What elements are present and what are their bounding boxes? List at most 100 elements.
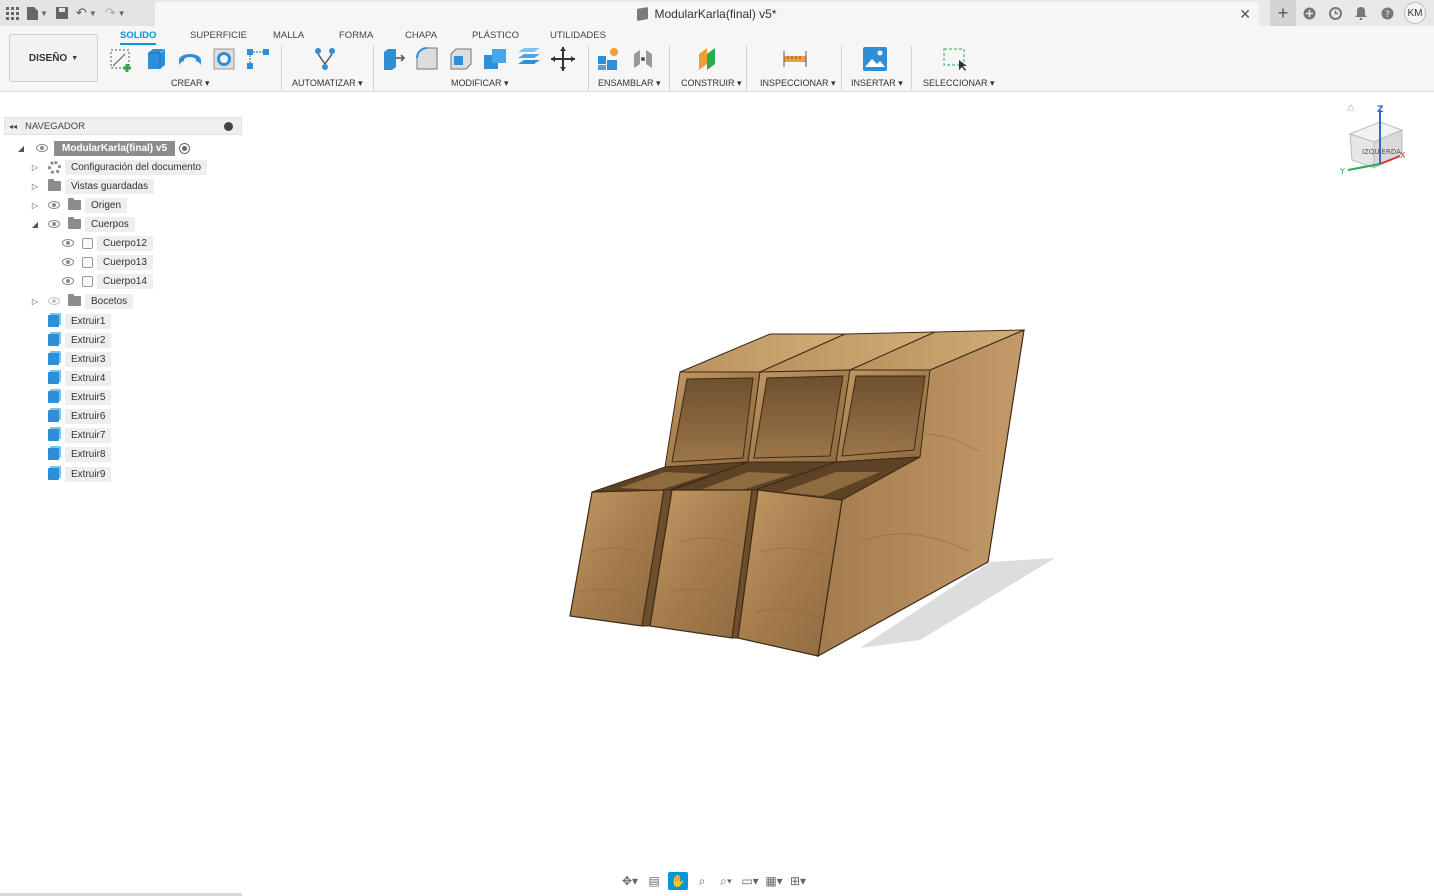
- notifications-bell-icon[interactable]: [1348, 0, 1374, 26]
- visibility-eye-icon[interactable]: [62, 277, 74, 285]
- automate-icon[interactable]: [312, 46, 338, 72]
- fillet-icon[interactable]: [414, 46, 440, 72]
- visibility-eye-icon[interactable]: [36, 144, 48, 152]
- construct-plane-icon[interactable]: [696, 46, 722, 72]
- tree-item-bocetos[interactable]: ▷ Bocetos: [30, 292, 134, 310]
- viewcube[interactable]: IZQUIERDA Z X Y: [1336, 104, 1416, 184]
- expand-triangle-icon[interactable]: ▷: [30, 163, 40, 172]
- group-label-seleccionar[interactable]: SELECCIONAR ▾: [923, 78, 995, 89]
- home-view-icon[interactable]: ⌂: [1347, 102, 1354, 114]
- group-label-insertar[interactable]: INSERTAR ▾: [851, 78, 903, 89]
- collapse-triangle-icon[interactable]: ◢: [30, 220, 40, 229]
- apps-grid-icon[interactable]: [6, 6, 19, 20]
- tab-superficie[interactable]: SUPERFICIE: [190, 28, 247, 43]
- feature-extruir2[interactable]: Extruir2: [48, 331, 112, 349]
- shell-icon[interactable]: [448, 46, 474, 72]
- visibility-eye-icon[interactable]: [62, 239, 74, 247]
- feature-extruir7[interactable]: Extruir7: [48, 426, 112, 444]
- tree-item-cuerpos[interactable]: ◢ Cuerpos: [30, 215, 135, 233]
- document-tab[interactable]: ModularKarla(final) v5* ✕: [155, 2, 1259, 26]
- hole-icon[interactable]: [211, 46, 237, 72]
- feature-extruir3[interactable]: Extruir3: [48, 350, 112, 368]
- feature-extruir9[interactable]: Extruir9: [48, 465, 112, 483]
- zoom-icon[interactable]: ⌕: [692, 872, 712, 890]
- select-window-icon[interactable]: [942, 46, 968, 72]
- close-tab-icon[interactable]: ✕: [1239, 6, 1251, 23]
- new-tab-plus-icon[interactable]: +: [1270, 0, 1296, 26]
- new-component-icon[interactable]: [596, 46, 622, 72]
- workspace-switcher[interactable]: DISEÑO ▼: [9, 34, 98, 82]
- offset-face-icon[interactable]: [516, 46, 542, 72]
- feature-label: Extruir4: [65, 370, 112, 386]
- extrude-icon[interactable]: [143, 46, 169, 72]
- user-avatar[interactable]: KM: [1404, 2, 1426, 24]
- group-label-modificar[interactable]: MODIFICAR ▾: [451, 78, 509, 89]
- look-at-icon[interactable]: ▤: [644, 872, 664, 890]
- wooden-organizer-model[interactable]: [560, 322, 1080, 682]
- group-label-crear[interactable]: CREAR ▾: [171, 78, 210, 89]
- tab-chapa[interactable]: CHAPA: [405, 28, 437, 43]
- pan-hand-icon[interactable]: ✋: [668, 872, 688, 890]
- undo-icon[interactable]: ↶ ▼: [76, 5, 97, 21]
- measure-icon[interactable]: [782, 46, 808, 72]
- fusion-app: ▼ ↶ ▼ ↷ ▼ ModularKarla(final) v5* ✕ + ? …: [0, 0, 1434, 896]
- feature-extruir5[interactable]: Extruir5: [48, 388, 112, 406]
- browser-minimize-icon[interactable]: [224, 122, 233, 131]
- save-icon[interactable]: [55, 7, 68, 19]
- expand-triangle-icon[interactable]: ▷: [30, 297, 40, 306]
- visibility-eye-icon[interactable]: [62, 258, 74, 266]
- redo-icon[interactable]: ↷ ▼: [105, 5, 126, 21]
- orbit-icon[interactable]: ✥▾: [620, 872, 640, 890]
- extrude-feature-icon: [48, 429, 59, 441]
- tree-root[interactable]: ◢ ModularKarla(final) v5: [16, 139, 191, 157]
- tree-item-cuerpo14[interactable]: Cuerpo14: [62, 272, 153, 290]
- tree-item-cuerpo13[interactable]: Cuerpo13: [62, 253, 153, 271]
- group-label-inspeccionar[interactable]: INSPECCIONAR ▾: [760, 78, 836, 89]
- pattern-icon[interactable]: [245, 46, 271, 72]
- hidden-eye-icon[interactable]: [48, 297, 60, 305]
- tree-item-label: Cuerpo12: [97, 235, 153, 251]
- body-icon: [82, 256, 93, 268]
- feature-extruir6[interactable]: Extruir6: [48, 407, 112, 425]
- activate-radio-icon[interactable]: [179, 142, 191, 154]
- root-label: ModularKarla(final) v5: [54, 140, 176, 156]
- help-icon[interactable]: ?: [1374, 0, 1400, 26]
- create-sketch-icon[interactable]: [109, 46, 135, 72]
- feature-extruir1[interactable]: Extruir1: [48, 312, 112, 330]
- grid-settings-icon[interactable]: ▦▾: [764, 872, 784, 890]
- fit-zoom-icon[interactable]: ⌕▾: [716, 872, 736, 890]
- move-icon[interactable]: [550, 46, 576, 72]
- file-menu-icon[interactable]: ▼: [27, 6, 48, 20]
- viewports-icon[interactable]: ⊞▾: [788, 872, 808, 890]
- tree-item-label: Origen: [85, 197, 128, 213]
- combine-icon[interactable]: [482, 46, 508, 72]
- visibility-eye-icon[interactable]: [48, 201, 60, 209]
- revolve-icon[interactable]: [177, 46, 203, 72]
- tree-item-origen[interactable]: ▷ Origen: [30, 196, 128, 214]
- insert-image-icon[interactable]: [862, 46, 888, 72]
- visibility-eye-icon[interactable]: [48, 220, 60, 228]
- group-label-construir[interactable]: CONSTRUIR ▾: [681, 78, 742, 89]
- tab-utilidades[interactable]: UTILIDADES: [550, 28, 606, 43]
- feature-label: Extruir9: [65, 466, 112, 482]
- tab-malla[interactable]: MALLA: [273, 28, 304, 43]
- tree-item-vistas[interactable]: ▷ Vistas guardadas: [30, 177, 155, 195]
- group-label-ensamblar[interactable]: ENSAMBLAR ▾: [598, 78, 661, 89]
- joint-icon[interactable]: [630, 46, 656, 72]
- display-settings-icon[interactable]: ▭▾: [740, 872, 760, 890]
- document-cube-icon: [637, 7, 649, 21]
- collapse-panel-icon[interactable]: ◂◂: [9, 122, 17, 131]
- expand-triangle-icon[interactable]: ▷: [30, 201, 40, 210]
- expand-triangle-icon[interactable]: ▷: [30, 182, 40, 191]
- feature-extruir8[interactable]: Extruir8: [48, 445, 112, 463]
- expand-triangle-icon[interactable]: ◢: [16, 144, 26, 153]
- press-pull-icon[interactable]: [380, 46, 406, 72]
- feature-extruir4[interactable]: Extruir4: [48, 369, 112, 387]
- tree-item-config[interactable]: ▷ Configuración del documento: [30, 158, 208, 176]
- extensions-icon[interactable]: [1296, 0, 1322, 26]
- tab-forma[interactable]: FORMA: [339, 28, 373, 43]
- tree-item-cuerpo12[interactable]: Cuerpo12: [62, 234, 153, 252]
- group-label-automatizar[interactable]: AUTOMATIZAR ▾: [292, 78, 363, 89]
- job-status-icon[interactable]: [1322, 0, 1348, 26]
- tab-plastico[interactable]: PLÁSTICO: [472, 28, 519, 43]
